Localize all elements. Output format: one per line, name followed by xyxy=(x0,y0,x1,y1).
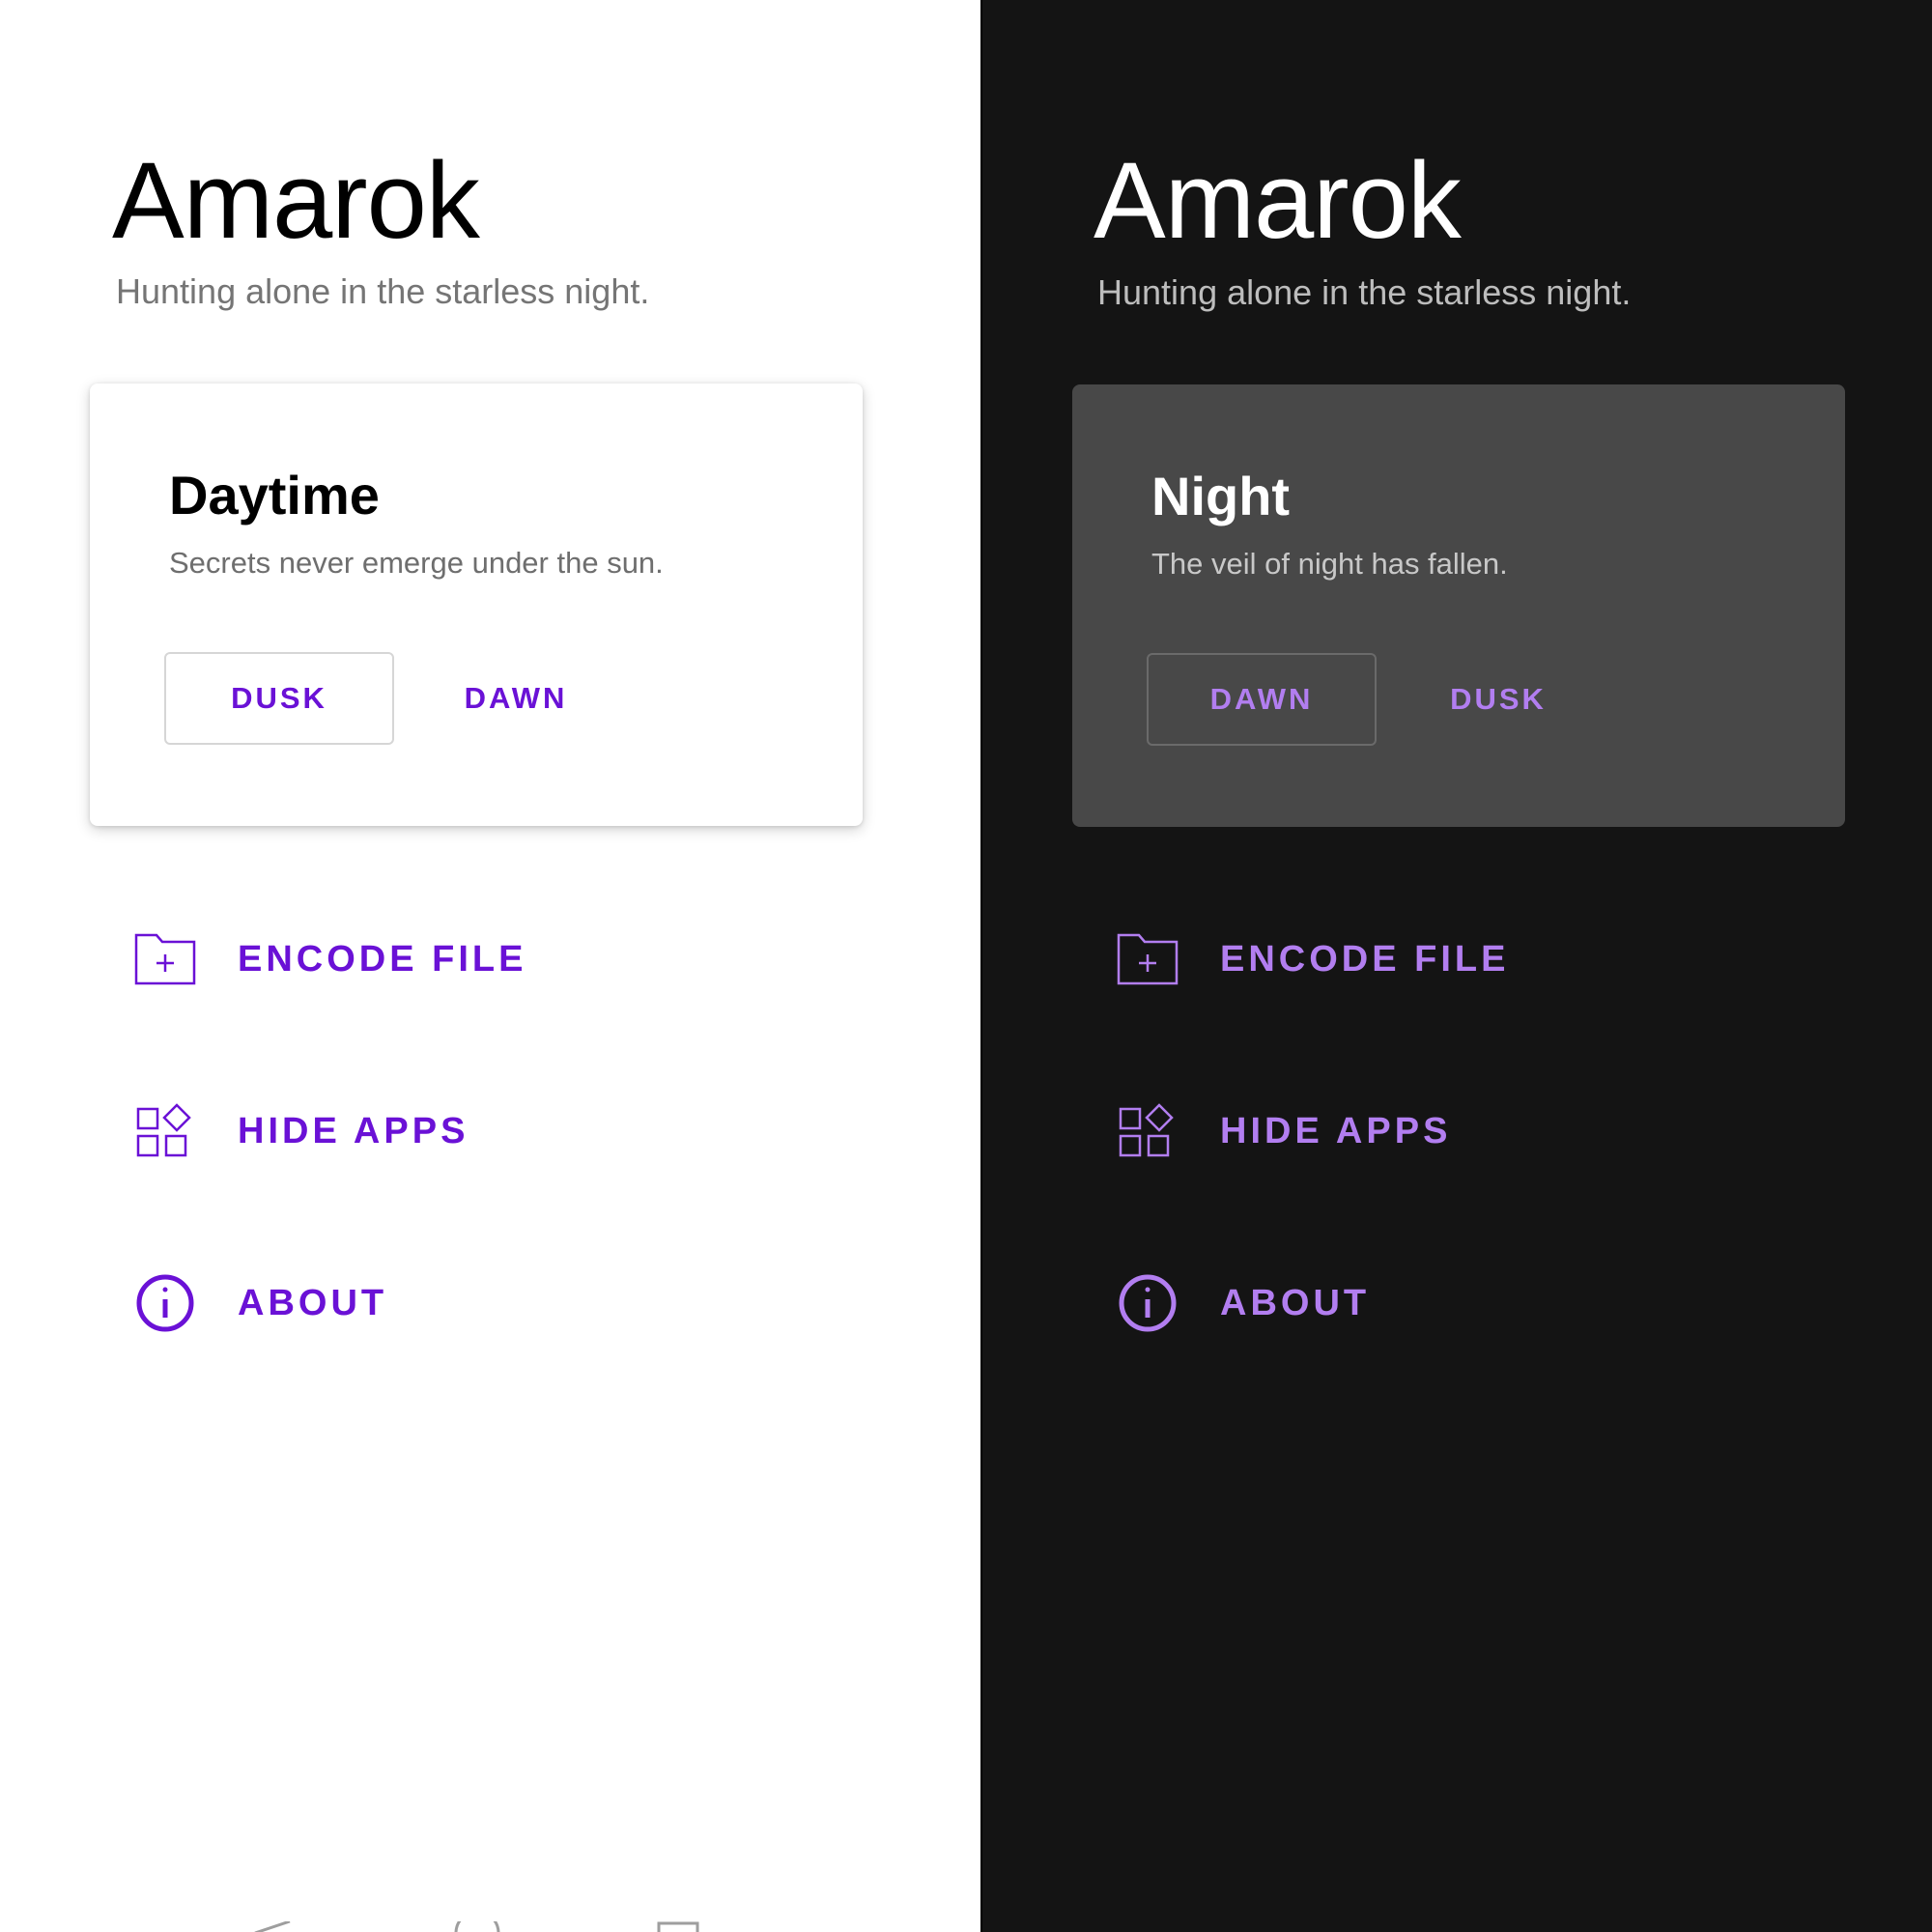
dusk-button[interactable]: DUSK xyxy=(164,652,394,745)
folder-add-icon xyxy=(131,925,199,993)
menu-item-encode-file[interactable]: ENCODE FILE xyxy=(1114,925,1790,993)
apps-grid-icon xyxy=(1114,1097,1181,1165)
menu-item-hide-apps[interactable]: HIDE APPS xyxy=(131,1097,808,1165)
menu-label-encode-file: ENCODE FILE xyxy=(1220,938,1510,980)
info-icon xyxy=(1114,1269,1181,1337)
app-subtitle: Hunting alone in the starless night. xyxy=(1097,272,1632,312)
app-title: Amarok xyxy=(112,140,480,261)
theme-card: Night The veil of night has fallen. DAWN… xyxy=(1072,384,1845,827)
card-subtitle: Secrets never emerge under the sun. xyxy=(169,546,664,580)
menu-label-about: ABOUT xyxy=(1220,1282,1371,1323)
card-subtitle: The veil of night has fallen. xyxy=(1151,547,1508,581)
dawn-button[interactable]: DAWN xyxy=(401,652,631,745)
app-title: Amarok xyxy=(1094,140,1462,261)
menu-item-hide-apps[interactable]: HIDE APPS xyxy=(1114,1097,1790,1165)
back-icon[interactable] xyxy=(253,1919,292,1932)
menu-item-encode-file[interactable]: ENCODE FILE xyxy=(131,925,808,993)
navigation-bar xyxy=(0,1893,980,1932)
card-title: Night xyxy=(1151,466,1291,526)
light-theme-screen: Amarok Hunting alone in the starless nig… xyxy=(0,0,980,1932)
folder-add-icon xyxy=(1114,925,1181,993)
dark-theme-screen: Amarok Hunting alone in the starless nig… xyxy=(980,0,1932,1932)
recents-icon[interactable] xyxy=(657,1920,699,1932)
menu-label-hide-apps: HIDE APPS xyxy=(1220,1110,1452,1151)
menu-label-encode-file: ENCODE FILE xyxy=(238,938,527,980)
info-icon xyxy=(131,1269,199,1337)
apps-grid-icon xyxy=(131,1097,199,1165)
menu-item-about[interactable]: ABOUT xyxy=(131,1269,808,1337)
menu-label-hide-apps: HIDE APPS xyxy=(238,1110,469,1151)
theme-card: Daytime Secrets never emerge under the s… xyxy=(90,384,863,826)
card-title: Daytime xyxy=(169,465,380,526)
app-subtitle: Hunting alone in the starless night. xyxy=(116,271,650,311)
dawn-button[interactable]: DAWN xyxy=(1147,653,1377,746)
menu-label-about: ABOUT xyxy=(238,1282,388,1323)
menu-item-about[interactable]: ABOUT xyxy=(1114,1269,1790,1337)
home-icon[interactable] xyxy=(453,1910,501,1932)
dusk-button[interactable]: DUSK xyxy=(1383,653,1613,746)
